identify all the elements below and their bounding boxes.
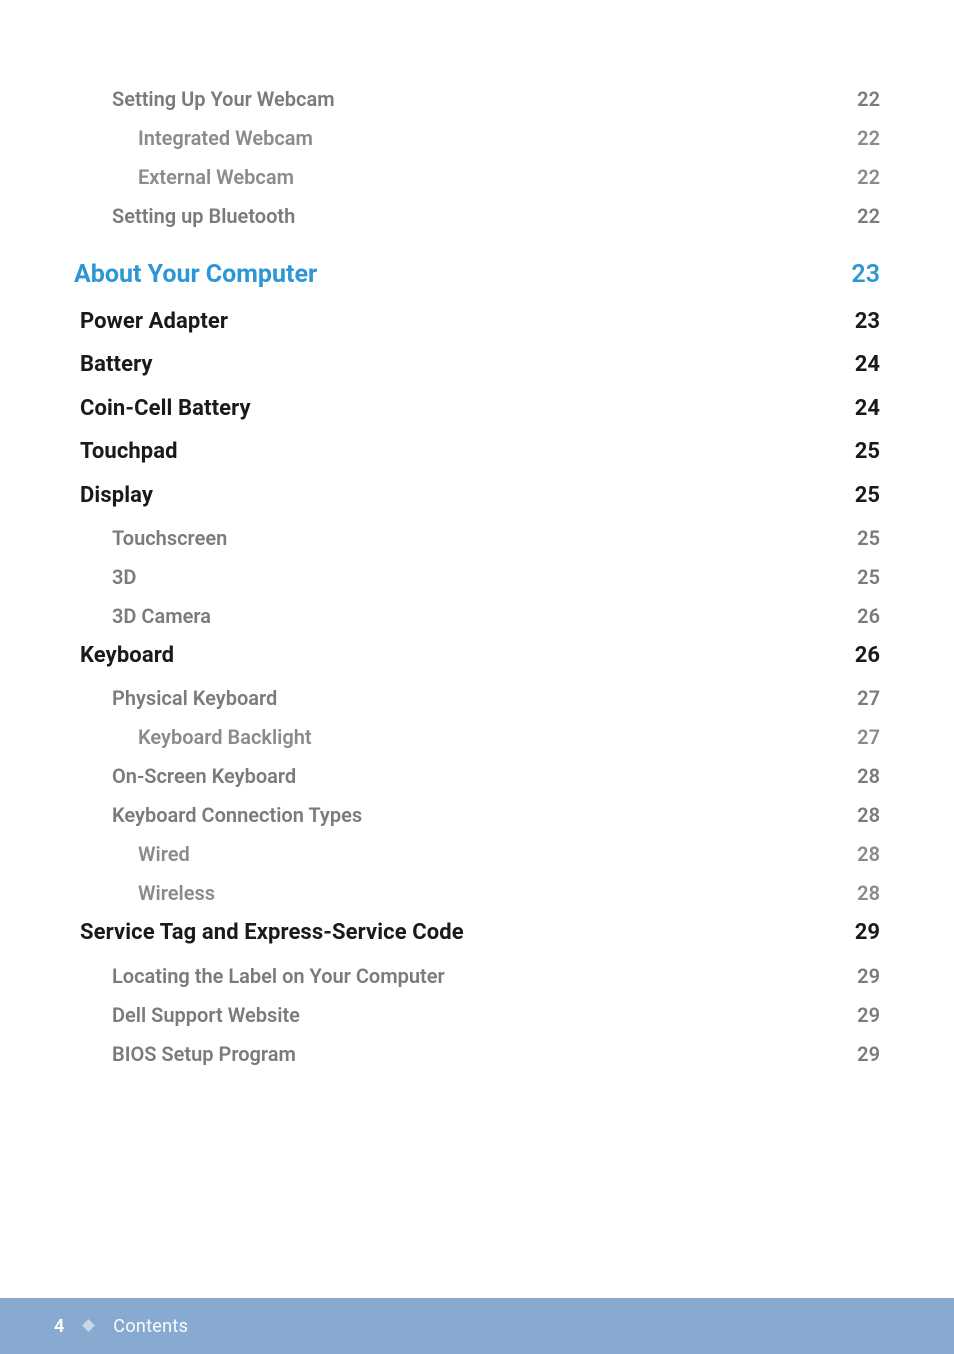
toc-entry[interactable]: On-Screen Keyboard 28: [112, 764, 880, 788]
toc-entry-label: 3D Camera: [112, 604, 211, 628]
toc-entry-page: 22: [857, 204, 880, 228]
toc-entry-page: 24: [855, 352, 880, 378]
toc-entry-page: 24: [855, 396, 880, 422]
toc-entry-page: 22: [857, 87, 880, 111]
toc-entry[interactable]: 3D 25: [112, 565, 880, 589]
toc-entry[interactable]: 3D Camera 26: [112, 604, 880, 628]
toc-entry-page: 28: [857, 842, 880, 866]
toc-entry-label: Display: [80, 483, 153, 509]
toc-entry-label: Keyboard Connection Types: [112, 803, 362, 827]
toc-entry[interactable]: Display 25: [80, 483, 880, 509]
toc-entry-label: Wired: [138, 842, 190, 866]
toc-entry[interactable]: Touchpad 25: [80, 439, 880, 465]
toc-entry-page: 22: [857, 126, 880, 150]
toc-entry-label: Setting up Bluetooth: [112, 204, 295, 228]
toc-entry-page: 27: [857, 686, 880, 710]
toc-entry-page: 29: [857, 1042, 880, 1066]
toc-entry-page: 28: [857, 764, 880, 788]
toc-entry[interactable]: Coin-Cell Battery 24: [80, 396, 880, 422]
toc-entry-label: Keyboard: [80, 643, 174, 669]
toc-entry[interactable]: Setting Up Your Webcam 22: [112, 87, 880, 111]
toc-entry-label: About Your Computer: [74, 260, 317, 290]
toc-entry[interactable]: Wired 28: [138, 842, 880, 866]
toc-entry-page: 28: [857, 803, 880, 827]
toc-entry[interactable]: Dell Support Website 29: [112, 1003, 880, 1027]
toc-entry[interactable]: Wireless 28: [138, 881, 880, 905]
toc-entry[interactable]: BIOS Setup Program 29: [112, 1042, 880, 1066]
toc-entry-page: 29: [857, 964, 880, 988]
toc-entry-label: Touchpad: [80, 439, 178, 465]
toc-entry-label: Coin-Cell Battery: [80, 396, 251, 422]
toc-entry-page: 25: [857, 565, 880, 589]
toc-entry-label: Locating the Label on Your Computer: [112, 964, 445, 988]
footer-page-number: 4: [54, 1316, 64, 1337]
toc-entry[interactable]: Touchscreen 25: [112, 526, 880, 550]
toc-entry[interactable]: Keyboard Connection Types 28: [112, 803, 880, 827]
toc-entry-label: 3D: [112, 565, 136, 589]
toc-entry-label: External Webcam: [138, 165, 294, 189]
toc-entry[interactable]: Keyboard Backlight 27: [138, 725, 880, 749]
toc-entry-label: Integrated Webcam: [138, 126, 313, 150]
footer-label: Contents: [113, 1316, 188, 1337]
toc-entry-label: Battery: [80, 352, 153, 378]
toc-entry-page: 25: [857, 526, 880, 550]
toc-entry[interactable]: Battery 24: [80, 352, 880, 378]
toc-entry-page: 25: [855, 439, 880, 465]
toc-entry-page: 23: [851, 260, 880, 290]
toc-entry-label: BIOS Setup Program: [112, 1042, 296, 1066]
toc-entry[interactable]: External Webcam 22: [138, 165, 880, 189]
toc-entry-label: Touchscreen: [112, 526, 227, 550]
toc-entry-page: 29: [857, 1003, 880, 1027]
toc-entry-page: 25: [855, 483, 880, 509]
toc-entry[interactable]: Locating the Label on Your Computer 29: [112, 964, 880, 988]
toc-container: Setting Up Your Webcam22Integrated Webca…: [0, 0, 954, 1066]
toc-entry-page: 26: [857, 604, 880, 628]
toc-entry-page: 22: [857, 165, 880, 189]
toc-entry-page: 28: [857, 881, 880, 905]
toc-entry[interactable]: Integrated Webcam 22: [138, 126, 880, 150]
toc-entry-label: Physical Keyboard: [112, 686, 277, 710]
toc-entry[interactable]: Physical Keyboard 27: [112, 686, 880, 710]
toc-entry-page: 26: [855, 643, 880, 669]
toc-entry[interactable]: Service Tag and Express-Service Code 29: [80, 920, 880, 946]
toc-entry-page: 29: [855, 920, 880, 946]
toc-entry[interactable]: About Your Computer 23: [74, 260, 880, 290]
toc-entry-label: Setting Up Your Webcam: [112, 87, 335, 111]
toc-entry[interactable]: Setting up Bluetooth 22: [112, 204, 880, 228]
toc-entry-page: 23: [855, 309, 880, 335]
page-footer: 4 Contents: [0, 1298, 954, 1354]
toc-entry-label: Wireless: [138, 881, 215, 905]
toc-entry-label: Keyboard Backlight: [138, 725, 312, 749]
diamond-icon: [82, 1319, 95, 1332]
toc-entry-label: Dell Support Website: [112, 1003, 300, 1027]
toc-entry-label: Service Tag and Express-Service Code: [80, 920, 464, 946]
toc-entry-page: 27: [857, 725, 880, 749]
toc-entry[interactable]: Power Adapter 23: [80, 309, 880, 335]
toc-entry-label: Power Adapter: [80, 309, 228, 335]
toc-entry-label: On-Screen Keyboard: [112, 764, 296, 788]
toc-entry[interactable]: Keyboard 26: [80, 643, 880, 669]
